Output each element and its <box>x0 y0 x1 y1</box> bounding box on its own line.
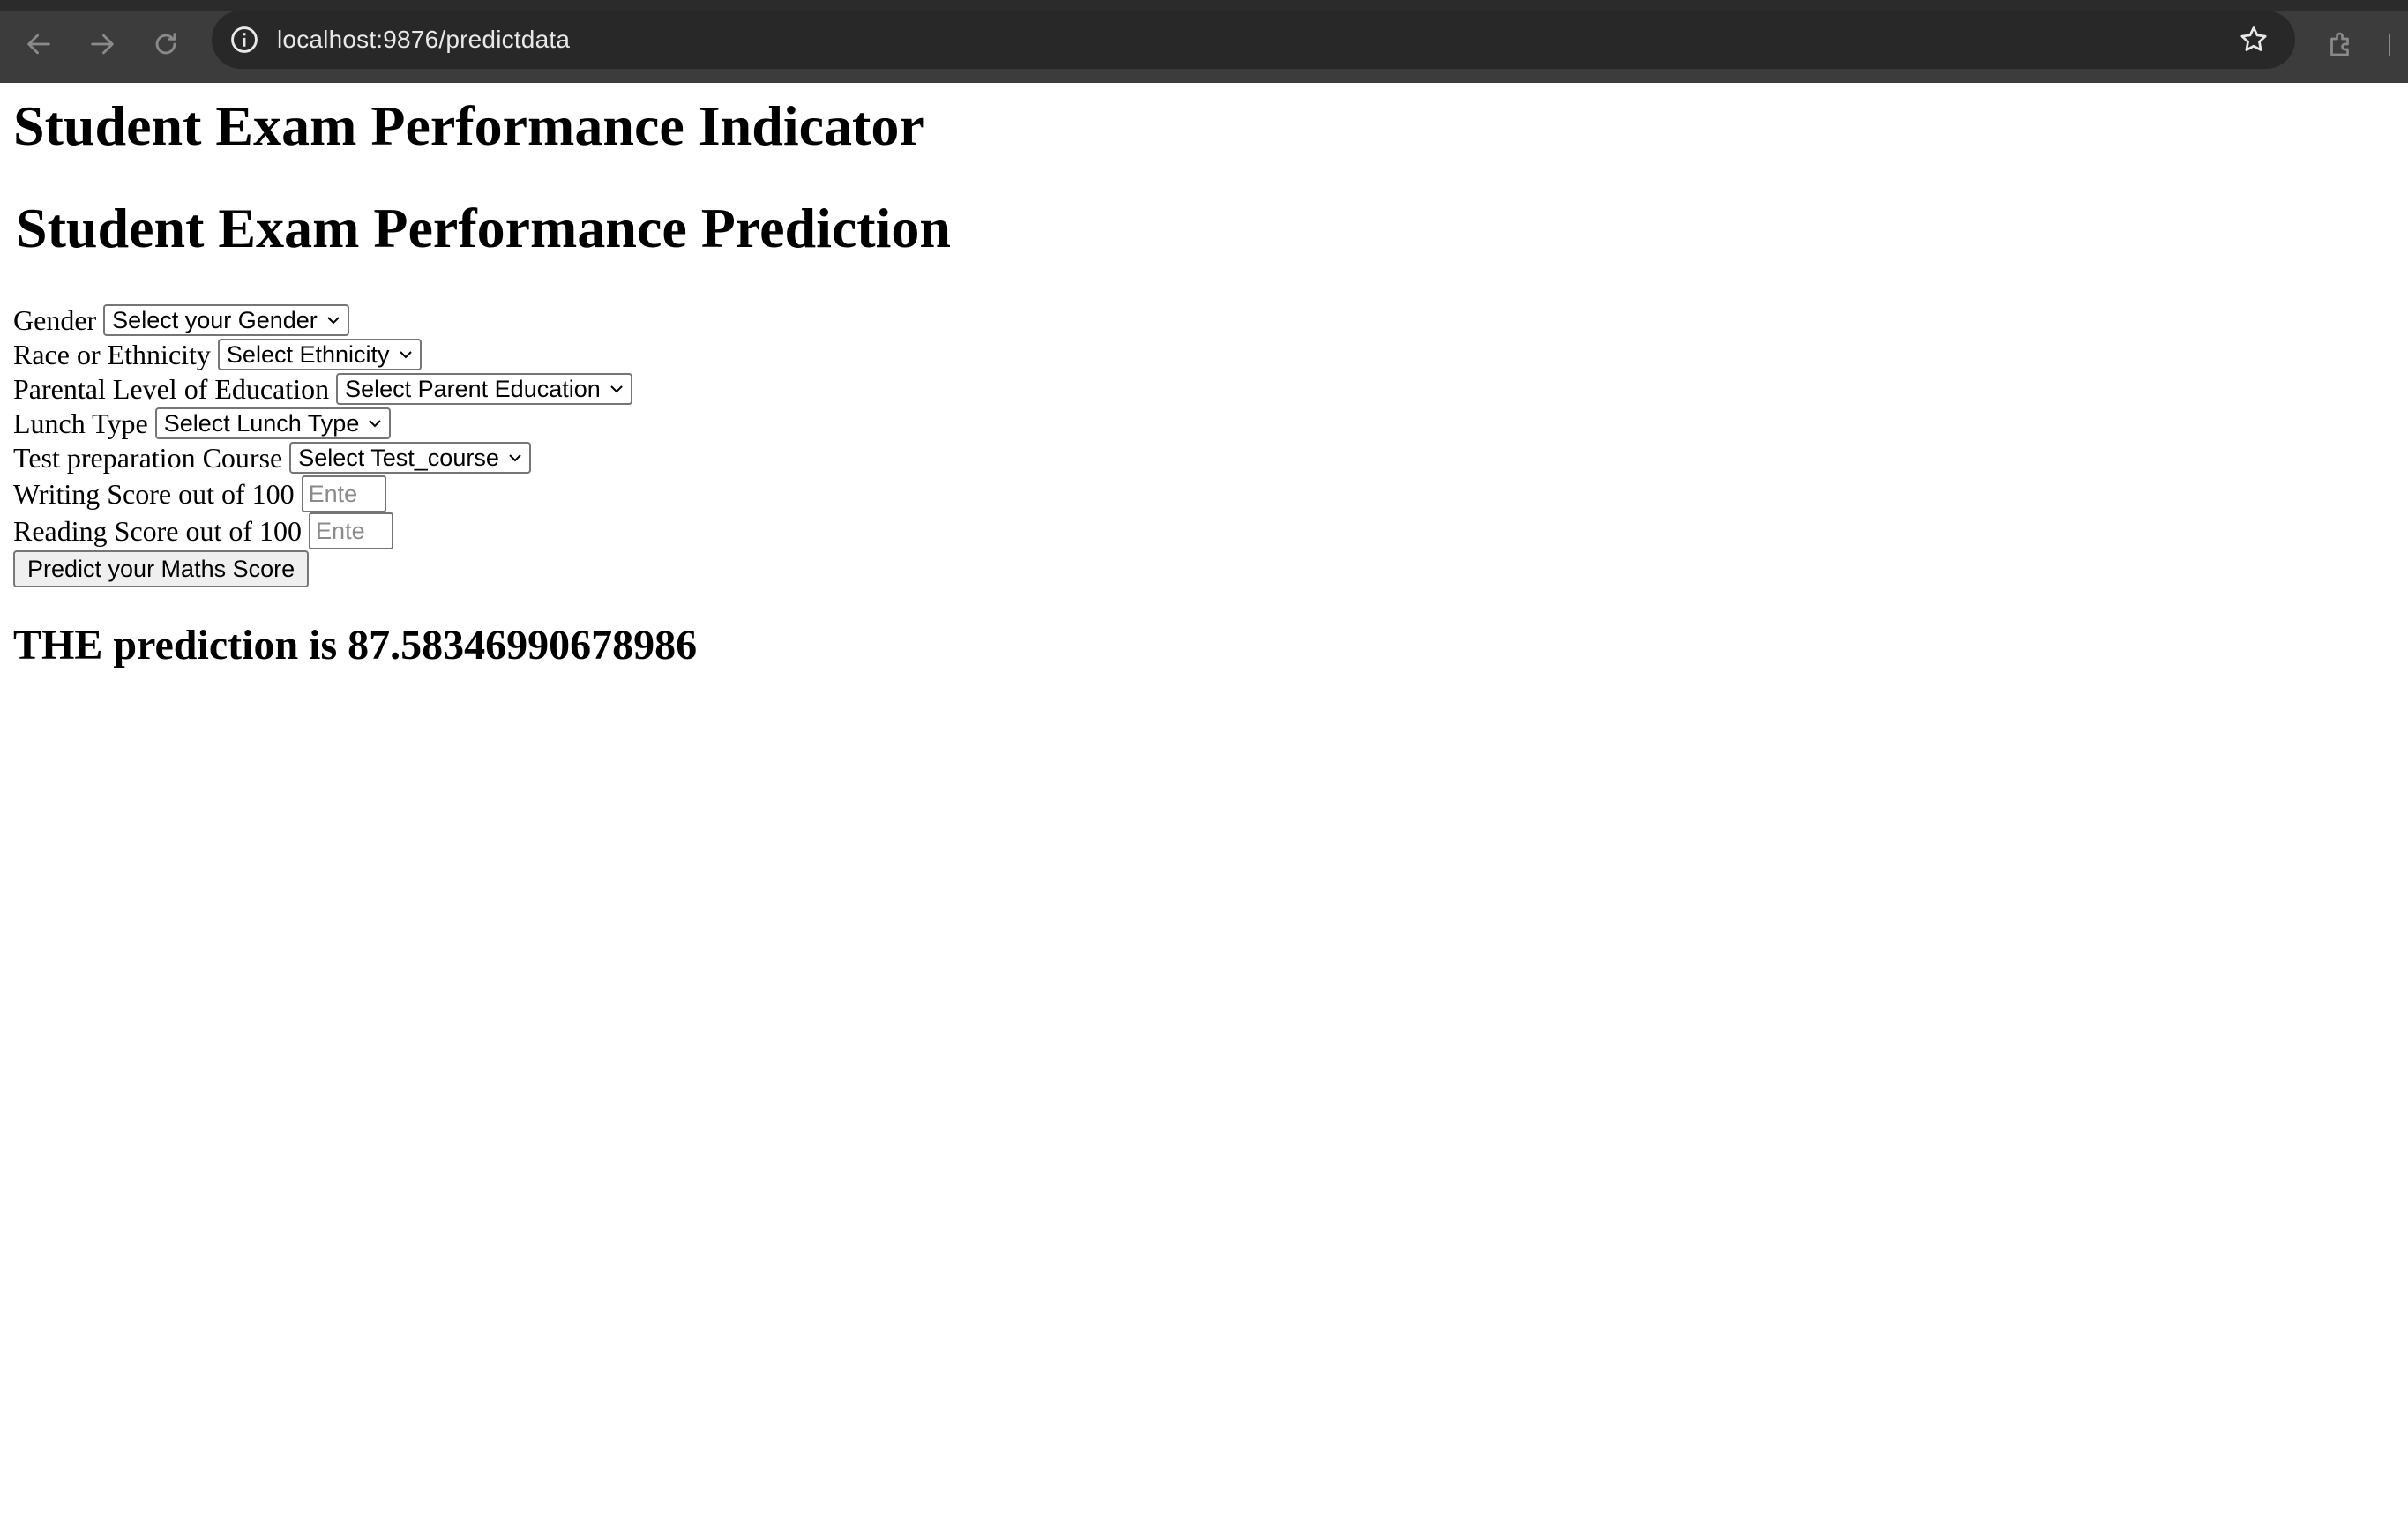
info-icon[interactable] <box>226 21 263 58</box>
puzzle-icon[interactable] <box>2320 23 2362 65</box>
star-icon[interactable] <box>2235 21 2272 58</box>
url-text[interactable]: localhost:9876/predictdata <box>277 11 570 69</box>
chevron-down-icon <box>610 385 623 393</box>
address-bar[interactable]: localhost:9876/predictdata <box>212 11 2295 69</box>
gender-select-value: Select your Gender <box>112 307 318 333</box>
reading-score-input[interactable]: Ente <box>309 512 394 549</box>
predict-button[interactable]: Predict your Maths Score <box>13 550 310 587</box>
reading-score-label: Reading Score out of 100 <box>13 514 303 547</box>
parent-education-select[interactable]: Select Parent Education <box>336 373 632 405</box>
forward-button[interactable] <box>81 23 123 65</box>
ethnicity-row: Race or Ethnicity Select Ethnicity <box>13 338 422 371</box>
writing-score-label: Writing Score out of 100 <box>13 477 295 510</box>
reload-button[interactable] <box>145 23 187 65</box>
ethnicity-select[interactable]: Select Ethnicity <box>217 339 422 370</box>
gender-select[interactable]: Select your Gender <box>103 304 349 336</box>
test-course-label: Test preparation Course <box>13 441 283 474</box>
browser-toolbar: localhost:9876/predictdata <box>0 0 2408 83</box>
chevron-down-icon <box>399 351 412 359</box>
parent-education-row: Parental Level of Education Select Paren… <box>13 372 632 406</box>
parent-education-select-value: Select Parent Education <box>345 376 601 402</box>
lunch-select[interactable]: Select Lunch Type <box>154 407 392 439</box>
ethnicity-label: Race or Ethnicity <box>13 338 211 370</box>
page-title: Student Exam Performance Indicator <box>13 94 924 157</box>
chevron-down-icon <box>509 454 521 462</box>
test-course-select-value: Select Test_course <box>298 445 499 471</box>
writing-score-input[interactable]: Ente <box>301 475 386 512</box>
reload-icon <box>155 33 176 55</box>
back-button[interactable] <box>18 23 60 65</box>
test-course-select[interactable]: Select Test_course <box>289 442 531 474</box>
toolbar-divider <box>2389 34 2390 56</box>
parent-education-label: Parental Level of Education <box>13 372 330 405</box>
writing-score-row: Writing Score out of 100 Ente <box>13 475 386 513</box>
chevron-down-icon <box>327 317 340 325</box>
forward-arrow-icon <box>91 34 114 55</box>
prediction-result: THE prediction is 87.58346990678986 <box>13 622 698 669</box>
gender-label: Gender <box>13 303 97 336</box>
page-body: Student Exam Performance Indicator Stude… <box>0 83 2408 1517</box>
lunch-label: Lunch Type <box>13 407 148 439</box>
chevron-down-icon <box>369 420 382 428</box>
lunch-row: Lunch Type Select Lunch Type <box>13 407 392 440</box>
test-course-row: Test preparation Course Select Test_cour… <box>13 441 531 475</box>
form-title: Student Exam Performance Prediction <box>16 197 951 259</box>
lunch-select-value: Select Lunch Type <box>163 410 360 437</box>
ethnicity-select-value: Select Ethnicity <box>226 341 390 368</box>
reading-score-row: Reading Score out of 100 Ente <box>13 512 394 550</box>
back-arrow-icon <box>27 34 50 55</box>
gender-row: Gender Select your Gender <box>13 303 349 337</box>
